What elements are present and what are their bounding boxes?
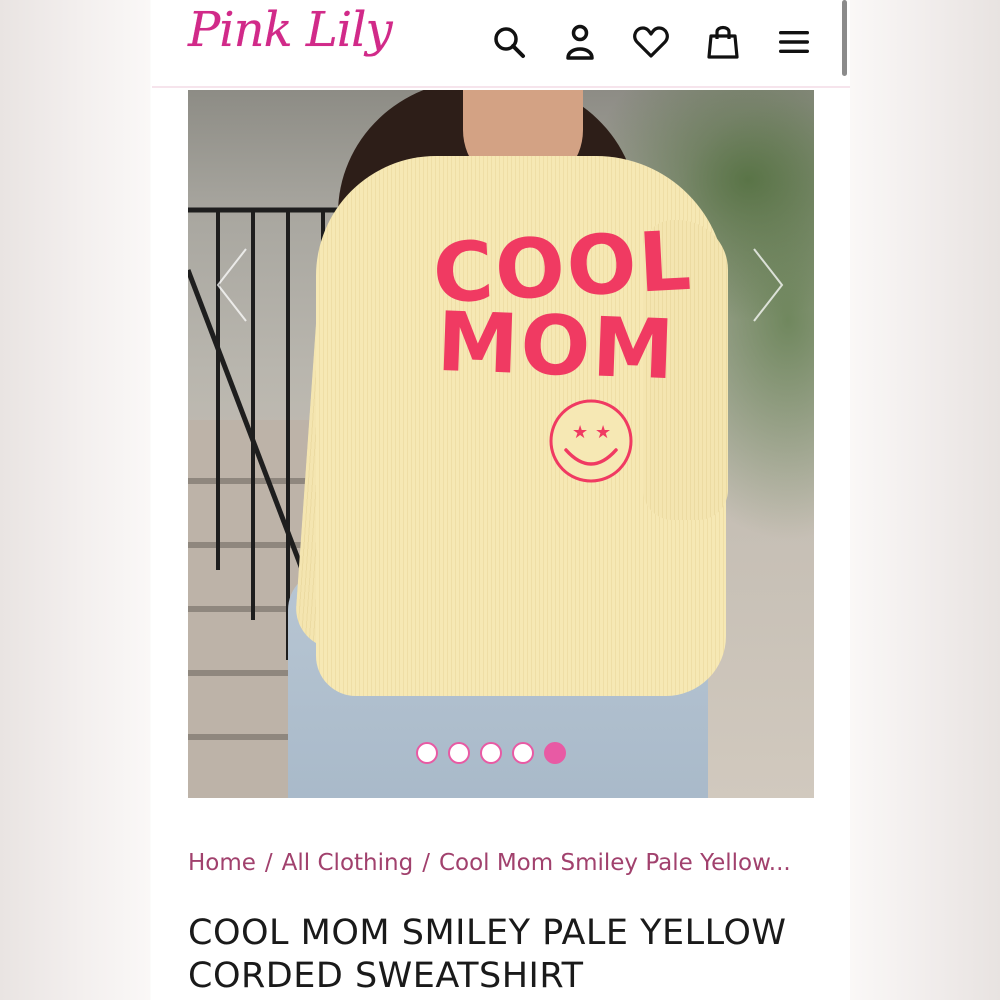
cart-button[interactable]: [703, 22, 743, 62]
gallery-dot-5[interactable]: [544, 742, 566, 764]
breadcrumb: Home / All Clothing / Cool Mom Smiley Pale Y…: [188, 850, 828, 876]
gallery-pagination: [416, 742, 566, 768]
print-line-mom: MOM: [435, 294, 678, 399]
gallery-dot-2[interactable]: [448, 742, 470, 764]
site-header: Pink Lily: [152, 0, 850, 88]
wishlist-button[interactable]: [631, 22, 671, 62]
gallery-dot-4[interactable]: [512, 742, 534, 764]
sweater-print: COOL MOM: [431, 214, 695, 398]
gallery-dot-3[interactable]: [480, 742, 502, 764]
breadcrumb-separator: /: [264, 850, 273, 876]
product-page: Pink Lily COOL MOM ★ ★ Home / All Clothi…: [152, 0, 850, 1000]
gallery-dot-1[interactable]: [416, 742, 438, 764]
svg-text:★: ★: [572, 422, 588, 443]
smiley-face-icon: ★ ★: [549, 399, 633, 483]
scrollbar[interactable]: [842, 0, 847, 76]
product-image-gallery[interactable]: COOL MOM ★ ★: [188, 90, 814, 798]
menu-icon: [779, 31, 809, 53]
account-icon: [566, 24, 594, 60]
breadcrumb-separator: /: [422, 850, 430, 876]
breadcrumb-home[interactable]: Home: [188, 850, 256, 876]
search-button[interactable]: [489, 22, 529, 62]
svg-text:★: ★: [595, 422, 611, 443]
heart-icon: [633, 26, 669, 58]
pink-lily-logo[interactable]: Pink Lily: [188, 2, 393, 58]
bag-icon: [707, 25, 739, 59]
previous-image-arrow[interactable]: [212, 245, 252, 325]
breadcrumb-all-clothing[interactable]: All Clothing: [282, 850, 414, 876]
account-button[interactable]: [560, 22, 600, 62]
breadcrumb-current-product[interactable]: Cool Mom Smiley Pale Yellow...: [439, 850, 791, 876]
search-icon: [494, 27, 525, 58]
next-image-arrow[interactable]: [748, 245, 788, 325]
menu-button[interactable]: [774, 22, 814, 62]
product-title: COOL MOM SMILEY PALE YELLOW CORDED SWEAT…: [188, 913, 787, 996]
